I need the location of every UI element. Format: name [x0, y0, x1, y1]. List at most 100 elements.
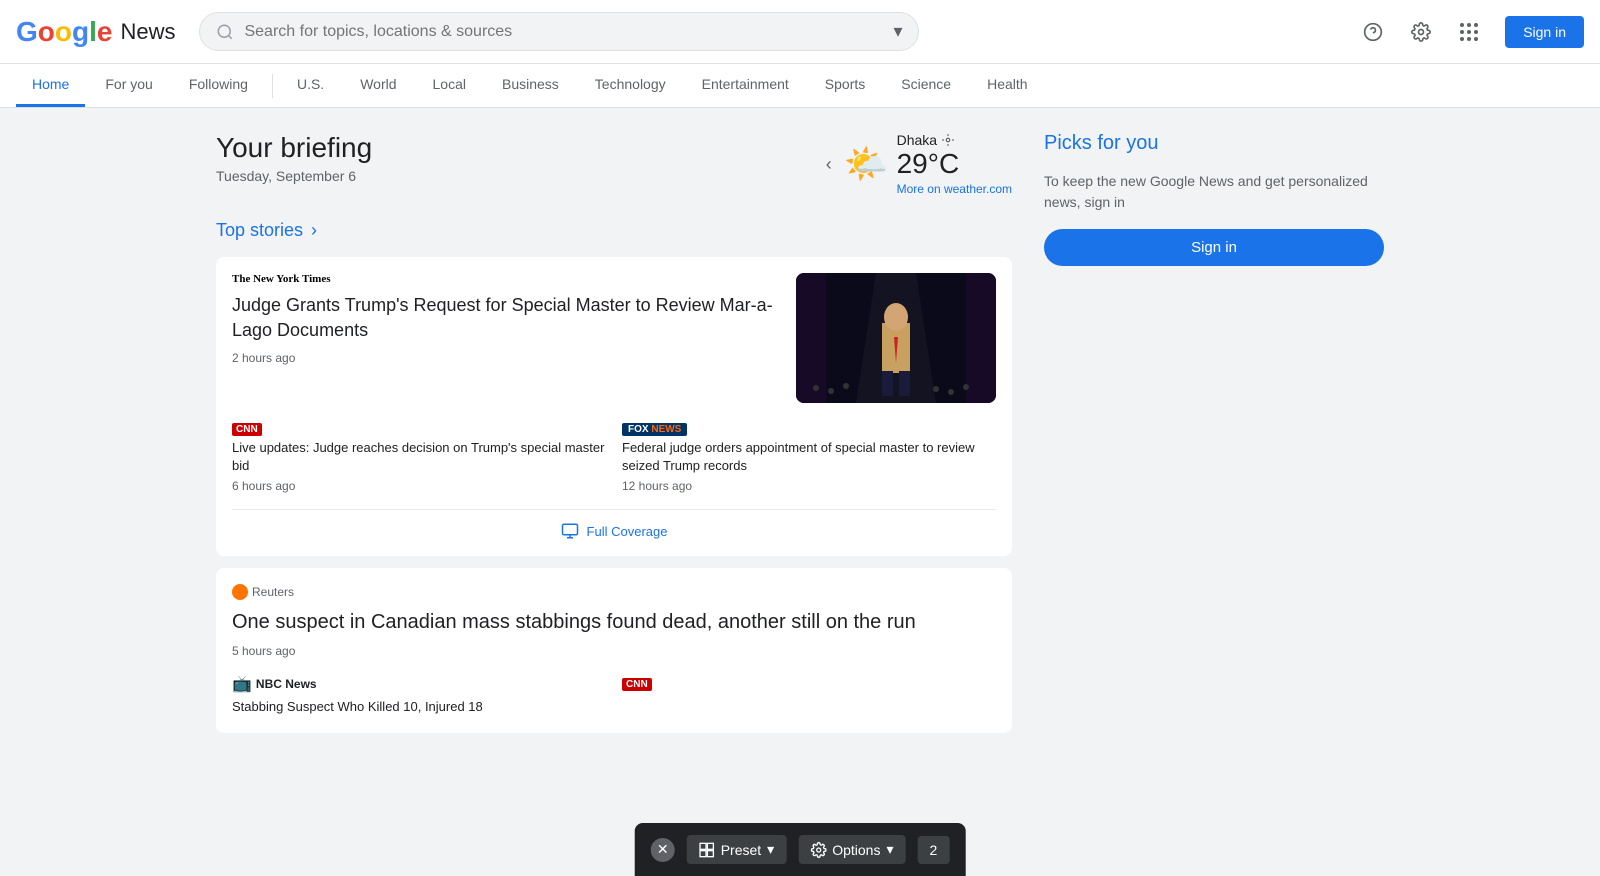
sub-article-2-cnn: CNN [622, 674, 996, 716]
sub-article-foxnews-source: ​FOX NEWS [622, 419, 996, 435]
bottom-bar-preset-button[interactable]: Preset ▾ [687, 835, 787, 864]
options-label: Options [832, 842, 880, 858]
grid-dots-icon [1460, 23, 1478, 41]
article-2-time: 5 hours ago [232, 644, 996, 658]
help-button[interactable] [1353, 12, 1393, 52]
sub-article-1-foxnews: ​FOX NEWS Federal judge orders appointme… [622, 419, 996, 493]
bottom-bar-options-button[interactable]: Options ▾ [798, 835, 905, 864]
header-actions: Sign in [1353, 12, 1584, 52]
full-coverage-button[interactable]: Full Coverage [232, 509, 996, 540]
briefing-header: Your briefing Tuesday, September 6 ‹ 🌤️ … [216, 132, 1012, 196]
top-stories-header[interactable]: Top stories › [216, 220, 1012, 241]
weather-city: Dhaka [897, 132, 937, 148]
sub-article-1-time: 6 hours ago [232, 479, 606, 493]
briefing-title: Your briefing [216, 132, 372, 164]
help-icon [1363, 22, 1383, 42]
sub-article-1-cnn: CNN Live updates: Judge reaches decision… [232, 419, 606, 493]
bottom-bar: ✕ Preset ▾ Options ▾ 2 [635, 823, 966, 876]
picks-header: Picks for you [1044, 132, 1384, 155]
preset-icon [699, 842, 715, 858]
search-icon [216, 23, 234, 41]
search-bar: ▾ [199, 12, 919, 51]
sub-article-foxnews-headline[interactable]: Federal judge orders appointment of spec… [622, 439, 996, 475]
briefing-date: Tuesday, September 6 [216, 168, 372, 184]
apps-button[interactable] [1449, 12, 1489, 52]
preset-label: Preset [721, 842, 761, 858]
nav-item-sports[interactable]: Sports [809, 64, 881, 107]
article-1-headline[interactable]: Judge Grants Trump's Request for Special… [232, 293, 780, 343]
options-chevron-icon: ▾ [886, 841, 893, 858]
article-card-2: Reuters One suspect in Canadian mass sta… [216, 568, 1012, 732]
weather-prev-button[interactable]: ‹ [822, 150, 836, 179]
search-input[interactable] [244, 23, 883, 41]
main-content: Your briefing Tuesday, September 6 ‹ 🌤️ … [200, 108, 1400, 757]
full-coverage-icon [561, 522, 579, 540]
options-gear-icon [810, 842, 826, 858]
article-1-time: 2 hours ago [232, 351, 780, 365]
full-coverage-label: Full Coverage [587, 524, 668, 539]
nav-item-foryou[interactable]: For you [89, 64, 168, 107]
top-stories-label: Top stories [216, 220, 303, 241]
sub-article-2-nbc-source: 📺 NBC News [232, 674, 606, 694]
cnn-logo-2: CNN [622, 678, 652, 691]
header: Google News ▾ Sign in [0, 0, 1600, 64]
weather-widget: ‹ 🌤️ Dhaka 29°C More on weather.com [822, 132, 1012, 196]
article-1-source: The New York Times [232, 273, 780, 285]
article-card-1: The New York Times Judge Grants Trump's … [216, 257, 1012, 556]
nav-item-following[interactable]: Following [173, 64, 264, 107]
sub-article-2-cnn-source: CNN [622, 674, 996, 690]
article-2-source: Reuters [232, 584, 996, 600]
nbc-logo: NBC News [256, 677, 317, 691]
top-stories-arrow-icon: › [311, 220, 317, 241]
sidebar: Picks for you To keep the new Google New… [1044, 132, 1384, 733]
nav-item-home[interactable]: Home [16, 64, 85, 107]
weather-info: Dhaka 29°C More on weather.com [897, 132, 1012, 196]
sub-articles-1: CNN Live updates: Judge reaches decision… [232, 419, 996, 493]
gear-icon [1411, 22, 1431, 42]
article-1-image [796, 273, 996, 403]
bottom-bar-close-button[interactable]: ✕ [651, 838, 675, 862]
nav-item-local[interactable]: Local [417, 64, 482, 107]
nav-item-health[interactable]: Health [971, 64, 1043, 107]
bottom-bar-count: 2 [917, 836, 949, 864]
cnn-logo: CNN [232, 423, 262, 436]
header-sign-in-button[interactable]: Sign in [1505, 16, 1584, 48]
nyt-logo: The New York Times [232, 273, 331, 285]
nav-item-world[interactable]: World [344, 64, 412, 107]
article-1-image-placeholder [796, 273, 996, 403]
weather-link[interactable]: More on weather.com [897, 182, 1012, 196]
nav-divider [272, 74, 273, 98]
location-icon[interactable] [941, 133, 955, 147]
nbc-icon: 📺 [232, 674, 252, 694]
foxnews-logo: ​FOX NEWS [622, 423, 687, 436]
nav-item-science[interactable]: Science [885, 64, 967, 107]
weather-temperature: 29°C [897, 148, 1012, 180]
reuters-icon [232, 584, 248, 600]
logo-text: News [120, 19, 175, 45]
sub-article-foxnews-time: 12 hours ago [622, 479, 996, 493]
logo[interactable]: Google News [16, 16, 175, 48]
nav-item-business[interactable]: Business [486, 64, 575, 107]
article-1-svg [796, 273, 996, 403]
article-1-content: The New York Times Judge Grants Trump's … [232, 273, 780, 403]
sub-article-1-headline[interactable]: Live updates: Judge reaches decision on … [232, 439, 606, 475]
nav-item-us[interactable]: U.S. [281, 64, 340, 107]
reuters-label: Reuters [252, 585, 294, 599]
article-2-headline[interactable]: One suspect in Canadian mass stabbings f… [232, 608, 996, 636]
sub-article-2-nbc-headline[interactable]: Stabbing Suspect Who Killed 10, Injured … [232, 698, 606, 716]
preset-chevron-icon: ▾ [767, 841, 774, 858]
settings-button[interactable] [1401, 12, 1441, 52]
search-dropdown-icon[interactable]: ▾ [893, 21, 902, 42]
picks-description: To keep the new Google News and get pers… [1044, 171, 1384, 213]
nav: Home For you Following U.S. World Local … [0, 64, 1600, 108]
sub-article-1-source: CNN [232, 419, 606, 435]
briefing-info: Your briefing Tuesday, September 6 [216, 132, 372, 184]
nav-item-technology[interactable]: Technology [579, 64, 682, 107]
sub-articles-2: 📺 NBC News Stabbing Suspect Who Killed 1… [232, 674, 996, 716]
main-article-1: The New York Times Judge Grants Trump's … [232, 273, 996, 403]
content-area: Your briefing Tuesday, September 6 ‹ 🌤️ … [216, 132, 1012, 733]
weather-icon: 🌤️ [844, 143, 889, 185]
sub-article-2-nbc: 📺 NBC News Stabbing Suspect Who Killed 1… [232, 674, 606, 716]
nav-item-entertainment[interactable]: Entertainment [686, 64, 805, 107]
sidebar-sign-in-button[interactable]: Sign in [1044, 229, 1384, 266]
